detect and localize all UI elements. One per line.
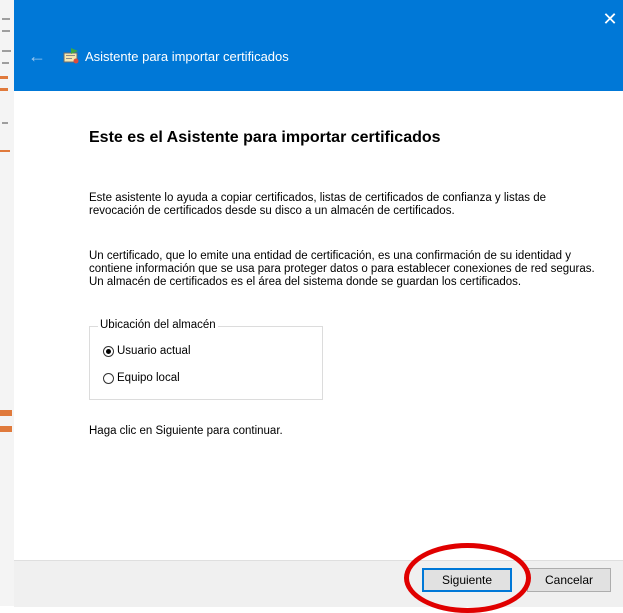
continue-instruction: Haga clic en Siguiente para continuar. (89, 425, 283, 437)
certificate-wizard-icon (63, 48, 79, 64)
radio-current-user[interactable]: Usuario actual (103, 345, 191, 357)
radio-local-machine[interactable]: Equipo local (103, 372, 180, 384)
wizard-header: ← Asistente para importar certificados ✕ (14, 0, 623, 91)
radio-current-user-label: Usuario actual (117, 345, 191, 357)
close-icon[interactable]: ✕ (601, 10, 619, 28)
background-window-strip (0, 0, 15, 606)
annotation-circle (404, 543, 531, 613)
back-arrow-icon[interactable]: ← (28, 46, 48, 66)
store-location-group (89, 326, 323, 400)
radio-unselected-icon[interactable] (103, 372, 114, 384)
radio-local-machine-label: Equipo local (117, 372, 180, 384)
page-title: Este es el Asistente para importar certi… (89, 129, 441, 146)
certificate-import-wizard-window: ← Asistente para importar certificados ✕… (14, 0, 623, 613)
intro-paragraph: Este asistente lo ayuda a copiar certifi… (89, 192, 547, 217)
cancel-button[interactable]: Cancelar (527, 568, 611, 592)
store-location-legend: Ubicación del almacén (98, 319, 218, 331)
wizard-title: Asistente para importar certificados (85, 49, 289, 64)
certificate-description: Un certificado, que lo emite una entidad… (89, 250, 595, 288)
radio-selected-icon[interactable] (103, 345, 114, 357)
